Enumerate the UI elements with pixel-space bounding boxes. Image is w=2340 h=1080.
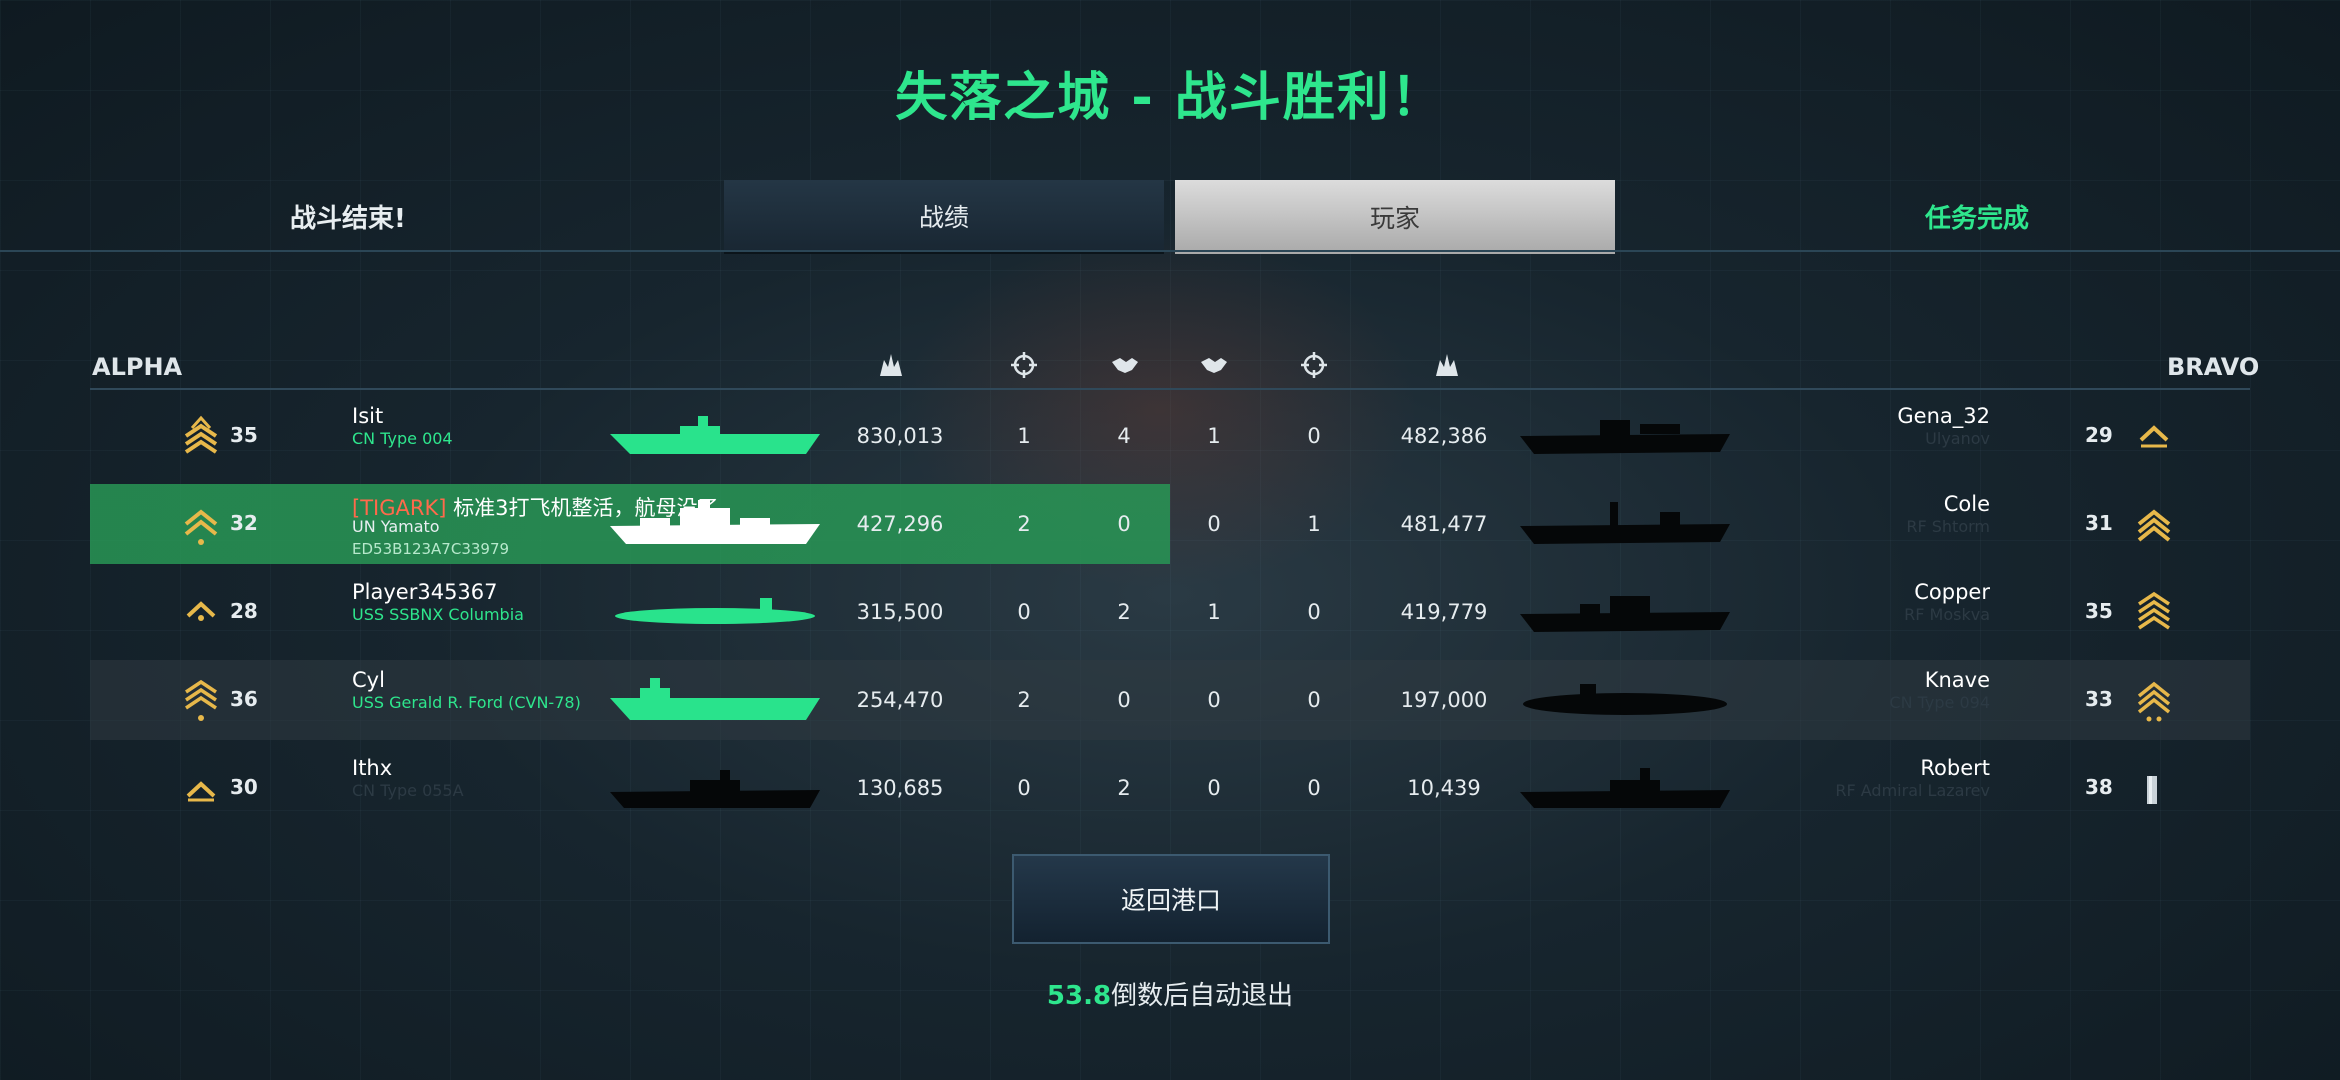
player-name: Player345367 — [352, 580, 498, 604]
assists-icon — [1196, 350, 1232, 380]
return-to-port-button[interactable]: 返回港口 — [1012, 854, 1330, 944]
enemy-kills-value: 0 — [1307, 600, 1321, 624]
kills-icon — [1296, 350, 1332, 380]
countdown-text: 倒数后自动退出 — [1111, 981, 1294, 1011]
ship-name: USS Gerald R. Ford (CVN-78) — [352, 693, 581, 712]
ship-name: UN Yamato — [352, 517, 440, 536]
player-level: 36 — [230, 687, 258, 711]
damage-icon — [1429, 350, 1465, 380]
enemy-player-name: Gena_32 — [1897, 404, 1990, 428]
enemy-kills-value: 0 — [1307, 776, 1321, 800]
enemy-player-level: 31 — [2085, 511, 2113, 535]
enemy-player-level: 38 — [2085, 775, 2113, 799]
table-row[interactable]: 30 Ithx CN Type 055A 130,685 0 2 0 0 10,… — [90, 748, 2250, 828]
enemy-ship-name: Ulyanov — [1925, 429, 1990, 448]
rank-bar-icon — [2135, 766, 2175, 812]
rank-chevron-icon — [2135, 678, 2175, 724]
enemy-damage-value: 481,477 — [1400, 512, 1488, 536]
damage-value: 130,685 — [856, 776, 944, 800]
enemy-player-level: 33 — [2085, 687, 2113, 711]
team-bravo-label: BRAVO — [2167, 353, 2260, 381]
rank-chevron-icon — [2135, 590, 2175, 636]
header-divider — [0, 250, 2340, 252]
table-row[interactable]: 36 Cyl USS Gerald R. Ford (CVN-78) 254,4… — [90, 660, 2250, 740]
enemy-ship-name: RF Moskva — [1904, 605, 1990, 624]
team-alpha-label: ALPHA — [92, 353, 183, 381]
enemy-player-name: Robert — [1920, 756, 1990, 780]
enemy-player-name: Cole — [1943, 492, 1990, 516]
tab-stats[interactable]: 战绩 — [724, 180, 1164, 254]
enemy-kills-value: 0 — [1307, 424, 1321, 448]
player-id: ED53B123A7C33979 — [352, 540, 510, 558]
enemy-kills-value: 0 — [1307, 688, 1321, 712]
player-level: 30 — [230, 775, 258, 799]
player-level: 32 — [230, 511, 258, 535]
damage-value: 315,500 — [856, 600, 944, 624]
battle-result-title: 失落之城 - 战斗胜利！ — [895, 68, 1445, 128]
rank-chevron-icon — [182, 678, 222, 724]
enemy-ship-name: RF Admiral Lazarev — [1835, 781, 1990, 800]
player-level: 35 — [230, 423, 258, 447]
damage-icon — [873, 350, 909, 380]
carrier-silhouette-icon — [610, 678, 820, 720]
rank-chevron-icon — [182, 502, 222, 548]
enemy-damage-value: 197,000 — [1400, 688, 1488, 712]
kills-icon — [1006, 350, 1042, 380]
damage-value: 427,296 — [856, 512, 944, 536]
player-level: 28 — [230, 599, 258, 623]
player-name: Cyl — [352, 668, 385, 692]
carrier-silhouette-icon — [610, 416, 820, 454]
table-row[interactable]: 35 Isit CN Type 004 830,013 1 4 1 0 482,… — [90, 396, 2250, 476]
table-header-divider — [90, 388, 2250, 390]
table-row[interactable]: 32 [TIGARK] 标准3打飞机整活，航母没了 UN Yamato ED53… — [90, 484, 2250, 564]
table-row[interactable]: 28 Player345367 USS SSBNX Columbia 315,5… — [90, 572, 2250, 652]
ship-name: USS SSBNX Columbia — [352, 605, 524, 624]
player-name: Ithx — [352, 756, 393, 780]
rank-chevron-icon — [182, 414, 222, 460]
tab-players[interactable]: 玩家 — [1175, 180, 1615, 254]
ship-name: CN Type 004 — [352, 429, 453, 448]
player-name: Isit — [352, 404, 384, 428]
enemy-ship-name: RF Shtorm — [1906, 517, 1990, 536]
rank-chevron-icon — [182, 766, 222, 812]
enemy-player-level: 29 — [2085, 423, 2113, 447]
damage-value: 830,013 — [856, 424, 944, 448]
rank-chevron-icon — [182, 590, 222, 636]
damage-value: 254,470 — [856, 688, 944, 712]
enemy-player-name: Copper — [1914, 580, 1990, 604]
mission-complete-label: 任务完成 — [1925, 204, 2030, 234]
ship-name: CN Type 055A — [352, 781, 464, 800]
assists-icon — [1107, 350, 1143, 380]
enemy-player-name: Knave — [1924, 668, 1990, 692]
submarine-silhouette-icon — [615, 598, 815, 624]
countdown-seconds: 53.8 — [1046, 981, 1112, 1011]
rank-chevron-icon — [2135, 502, 2175, 548]
enemy-kills-value: 1 — [1307, 512, 1321, 536]
enemy-player-level: 35 — [2085, 599, 2113, 623]
enemy-damage-value: 482,386 — [1400, 424, 1488, 448]
battle-over-label: 战斗结束! — [290, 204, 406, 234]
destroyer-silhouette-icon — [610, 770, 820, 808]
battleship-silhouette-icon — [610, 500, 820, 544]
rank-chevron-icon — [2135, 414, 2175, 460]
enemy-damage-value: 419,779 — [1400, 600, 1488, 624]
enemy-ship-name: CN Type 094 — [1889, 693, 1990, 712]
enemy-damage-value: 10,439 — [1407, 776, 1481, 800]
auto-exit-countdown: 53.8倒数后自动退出 — [0, 975, 2340, 1012]
